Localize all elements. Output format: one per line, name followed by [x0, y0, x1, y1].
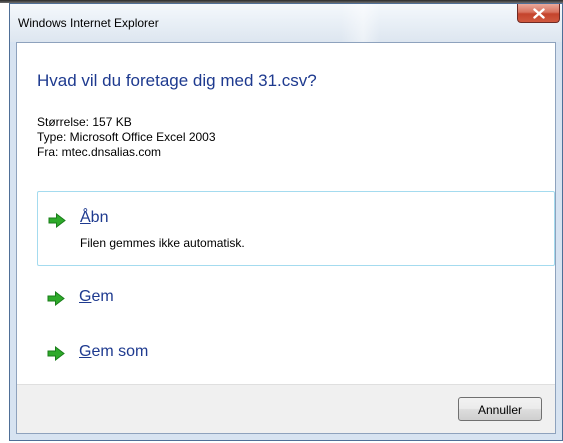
- cancel-button[interactable]: Annuller: [458, 397, 542, 421]
- dialog-window: Windows Internet Explorer Hvad vil du fo…: [9, 3, 563, 441]
- close-icon: [533, 8, 545, 19]
- open-option-description: Filen gemmes ikke automatisk.: [80, 236, 245, 250]
- save-as-label-text: em som: [91, 343, 149, 360]
- save-accelerator: G: [79, 288, 92, 305]
- file-size-text: Størrelse: 157 KB: [37, 115, 132, 129]
- dialog-heading: Hvad vil du foretage dig med 31.csv?: [37, 71, 317, 90]
- file-source-text: Fra: mtec.dnsalias.com: [37, 145, 162, 159]
- window-title: Windows Internet Explorer: [18, 16, 159, 30]
- file-type-text: Type: Microsoft Office Excel 2003: [37, 130, 216, 144]
- dialog-content: Hvad vil du foretage dig med 31.csv? Stø…: [16, 42, 556, 434]
- title-bar[interactable]: Windows Internet Explorer: [10, 4, 562, 42]
- open-option-label: Åbn: [80, 209, 108, 227]
- open-accelerator: Å: [80, 209, 91, 226]
- green-arrow-icon: [47, 291, 65, 306]
- save-as-option-label: Gem som: [79, 343, 148, 361]
- open-label-text: bn: [90, 209, 109, 226]
- page: Windows Internet Explorer Hvad vil du fo…: [0, 0, 563, 443]
- green-arrow-icon: [48, 213, 66, 228]
- save-as-option[interactable]: Gem som: [37, 335, 555, 371]
- green-arrow-icon: [47, 346, 65, 361]
- dialog-footer: Annuller: [17, 384, 555, 433]
- save-label-text: em: [91, 288, 114, 305]
- save-option[interactable]: Gem: [37, 280, 555, 316]
- open-option[interactable]: Åbn Filen gemmes ikke automatisk.: [37, 191, 555, 266]
- save-as-accelerator: G: [79, 343, 92, 360]
- save-option-label: Gem: [79, 288, 114, 306]
- close-button[interactable]: [517, 4, 560, 23]
